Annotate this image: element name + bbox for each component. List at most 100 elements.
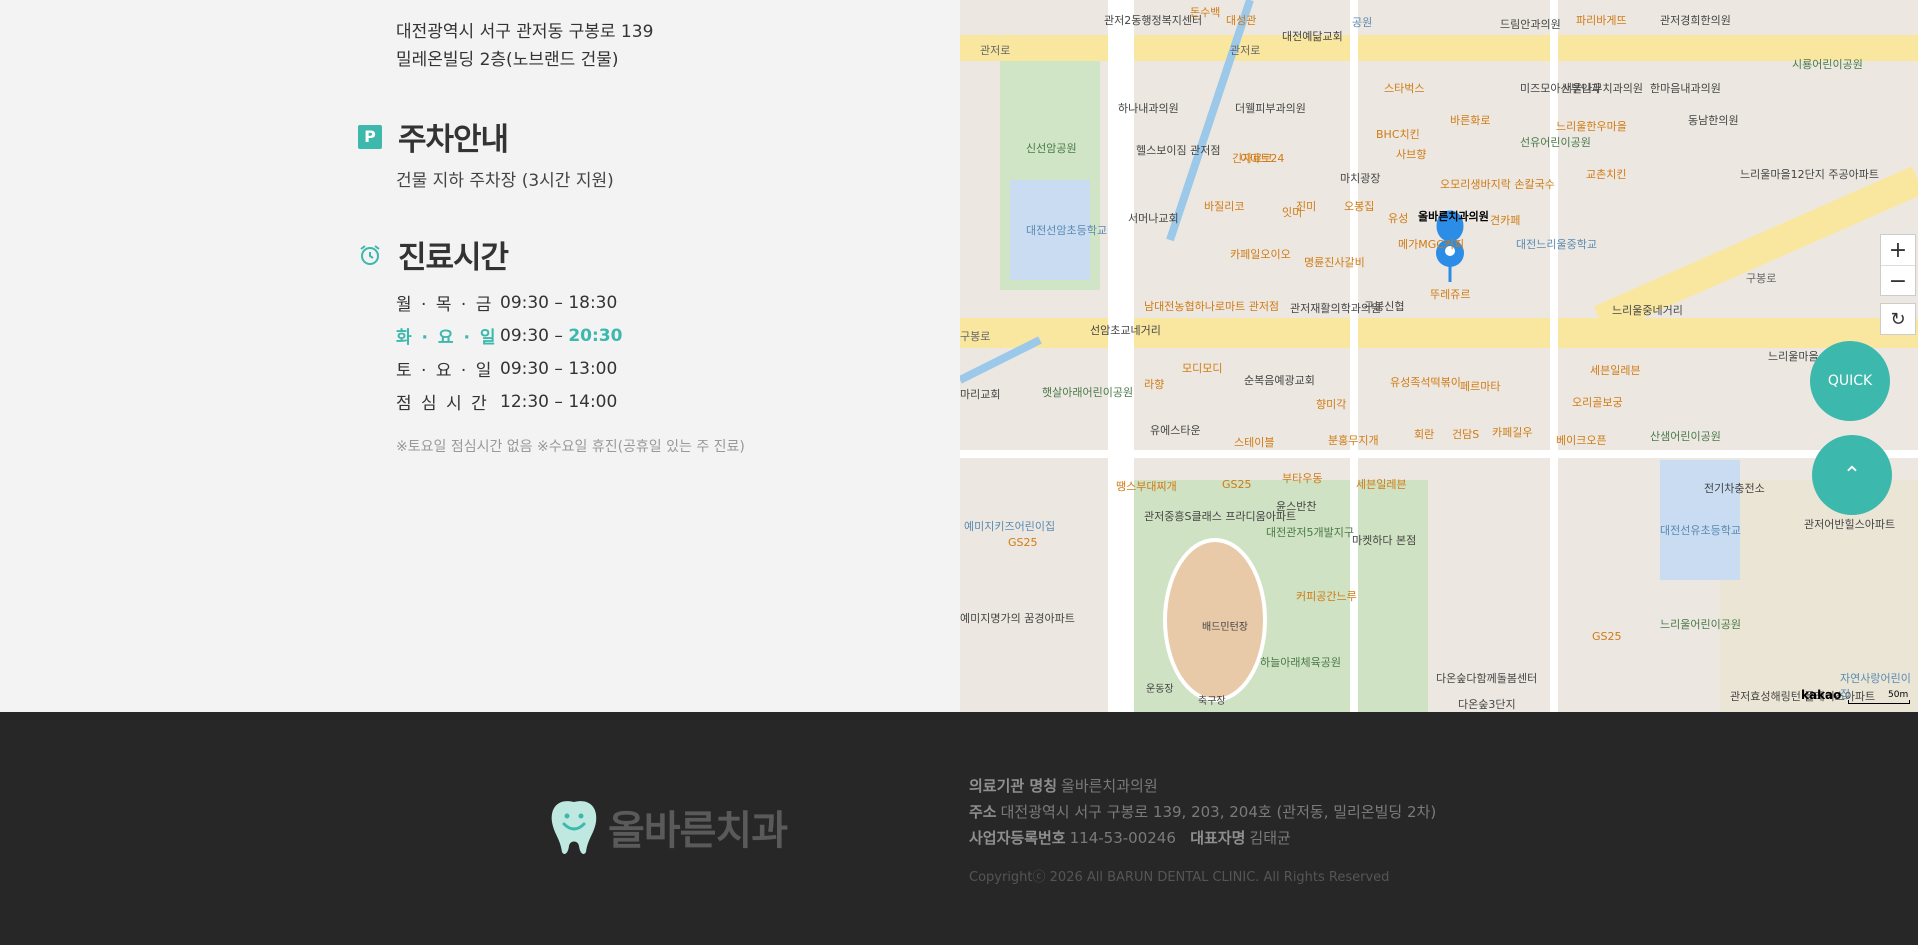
map-poi-label: GS25 <box>1222 478 1252 491</box>
business-line: 사업자등록번호 114-53-00246 대표자명 김태균 <box>969 825 1436 851</box>
scroll-top-button[interactable]: ⌃ <box>1812 435 1892 515</box>
map-poi-label: GS25 <box>1592 630 1622 643</box>
map-poi-label: 파리바게뜨 <box>1576 14 1627 27</box>
map-scale-label: 50m <box>1888 690 1909 700</box>
map-road-label: 구봉로 <box>960 330 991 343</box>
map-poi-label: 산샘어린이공원 <box>1650 430 1721 443</box>
institution-line: 의료기관 명칭 올바른치과의원 <box>969 773 1436 799</box>
map-poi-label: 대전예닮교회 <box>1282 30 1343 43</box>
map-poi-label: 스타벅스 <box>1384 82 1425 95</box>
parking-heading: P 주차안내 <box>358 114 509 159</box>
zoom-out-button[interactable]: − <box>1881 265 1915 296</box>
map-refresh-button[interactable]: ↻ <box>1880 303 1916 335</box>
hours-note: ※토요일 점심시간 없음 ※수요일 휴진(공휴일 있는 주 진료) <box>396 439 745 455</box>
hours-table: 월 · 목 · 금 09:30 – 18:30 화 · 요 · 일 09:30 … <box>396 286 622 418</box>
hours-end: 13:00 <box>568 358 618 379</box>
map-poi-label: 서머나교회 <box>1128 212 1179 225</box>
alarm-clock-icon <box>358 243 382 267</box>
map-poi-label: 회란 <box>1414 428 1435 441</box>
map-poi-label: 햇살아래어린이공원 <box>1042 386 1134 399</box>
map-poi-label: 시룡어린이공원 <box>1792 58 1863 71</box>
map-poi-label: 대전선암초등학교 <box>1026 224 1107 237</box>
map-poi-label: 명륜진사갈비 <box>1304 256 1365 269</box>
hours-end: 14:00 <box>568 391 618 412</box>
map-poi-label: 유에스타운 <box>1150 424 1201 437</box>
address-line-2: 밀레온빌딩 2층(노브랜드 건물) <box>396 50 619 70</box>
map-poi-label: 뚜레쥬르 <box>1430 288 1471 301</box>
map-poi-label: 베이크오픈 <box>1556 434 1607 447</box>
map-poi-label: 남대전농협하나로마트 관저점 <box>1144 300 1280 313</box>
map-poi-label: 공원 <box>1352 16 1373 29</box>
hours-day: 점 심 시 간 <box>396 394 489 414</box>
address-line: 주소 대전광역시 서구 구봉로 139, 203, 204호 (관저동, 밀리온빌… <box>969 799 1436 825</box>
bizno-value: 114-53-00246 <box>1069 829 1176 847</box>
footer-logo-text: 올바른치과 <box>608 808 788 854</box>
hours-row: 화 · 요 · 일 09:30 – 20:30 <box>396 319 622 352</box>
site-footer: 올바른치과 의료기관 명칭 올바른치과의원 주소 대전광역시 서구 구봉로 139,… <box>0 712 1918 945</box>
map-poi-label: 한마음내과의원 <box>1650 82 1721 95</box>
parking-title: 주차안내 <box>398 122 509 158</box>
hours-title: 진료시간 <box>398 240 509 276</box>
footer-info: 의료기관 명칭 올바른치과의원 주소 대전광역시 서구 구봉로 139, 203, … <box>969 773 1436 851</box>
map-poi-label: 선암초교네거리 <box>1090 324 1161 337</box>
map-poi-label: 선유어린이공원 <box>1520 136 1591 149</box>
map-poi-label: 유성 <box>1388 212 1409 225</box>
hours-start: 12:30 – <box>500 391 563 412</box>
map-poi-label: 드림안과의원 <box>1500 18 1561 31</box>
map-poi-label: 하늘아래체육공원 <box>1260 656 1341 669</box>
map-poi-label: 대전선유초등학교 <box>1660 524 1741 537</box>
location-info-panel: 대전광역시 서구 관저동 구봉로 139 밀레온빌딩 2층(노브랜드 건물) P… <box>0 0 960 712</box>
address-value: 대전광역시 서구 구봉로 139, 203, 204호 (관저동, 밀리온빌딩 … <box>1000 803 1437 821</box>
map-poi-label: 신선암공원 <box>1026 142 1077 155</box>
hours-end: 18:30 <box>568 292 618 313</box>
map-poi-label: 다온숲다함께돌봄센터 <box>1436 672 1538 685</box>
quick-button[interactable]: QUICK <box>1810 341 1890 421</box>
map-poi-label: 대전느리울중학교 <box>1516 238 1597 251</box>
footer-logo[interactable]: 올바른치과 <box>548 798 788 856</box>
map-poi-label: 순복음예광교회 <box>1244 374 1315 387</box>
map-poi-label: 돈수백 <box>1190 6 1221 19</box>
hours-day: 화 · 요 · 일 <box>396 328 498 348</box>
map-poi-label: 헬스보이짐 관저점 <box>1136 144 1221 157</box>
hours-heading: 진료시간 <box>358 232 509 277</box>
map-poi-label: 카페길우 <box>1492 426 1533 439</box>
ceo-value: 김태균 <box>1249 829 1291 847</box>
map-poi-label: 유성족석떡볶이 <box>1390 376 1461 389</box>
map-poi-label: 오모리생바지락 손칼국수 <box>1440 178 1555 191</box>
kakao-logo: kakao <box>1801 688 1842 702</box>
map-poi-label: 하나내과의원 <box>1118 102 1179 115</box>
address-block: 대전광역시 서구 관저동 구봉로 139 밀레온빌딩 2층(노브랜드 건물) <box>396 18 653 74</box>
hours-end: 20:30 <box>568 325 623 346</box>
map-poi-label: 교촌치킨 <box>1586 168 1627 181</box>
map-poi-label: 견카페 <box>1490 214 1521 227</box>
kakao-map[interactable]: 올바른치과의원 관저로 관저로 구봉로 구봉로 공원 대전예닮교회 드림안과의원… <box>960 0 1918 712</box>
map-poi-label: 세븐일레븐 <box>1590 364 1641 377</box>
zoom-in-button[interactable]: + <box>1881 235 1915 265</box>
map-poi-label: 세븐일레븐 <box>1356 478 1407 491</box>
map-poi-label: 바른화로 <box>1450 114 1491 127</box>
map-poi-label: 대전관저5개발지구 <box>1266 526 1354 539</box>
map-poi-label: 다온숲3단지 <box>1458 698 1516 711</box>
map-poi-label: 오리골보궁 <box>1572 396 1623 409</box>
map-poi-label: 메가MGC커피 <box>1398 238 1465 251</box>
ceo-label: 대표자명 <box>1190 829 1246 847</box>
map-poi-label: 동남한의원 <box>1688 114 1739 127</box>
tooth-logo-icon <box>551 801 597 854</box>
map-zoom-control: + − <box>1880 234 1916 296</box>
map-poi-label: 배드민턴장 <box>1202 622 1248 633</box>
map-poi-label: 서울나무치과의원 <box>1562 82 1643 95</box>
hours-start: 09:30 – <box>500 292 563 313</box>
map-poi-label: 예미지명가의 꿈경아파트 <box>960 612 1075 625</box>
copyright: Copyrightⓒ 2026 All BARUN DENTAL CLINIC.… <box>969 870 1390 885</box>
map-poi-label: 건담S <box>1452 428 1480 441</box>
map-poi-label: 마켓하다 본점 <box>1352 534 1417 547</box>
map-poi-label: 분홍무지개 <box>1328 434 1379 447</box>
map-scale-bar <box>1848 700 1910 704</box>
institution-value: 올바른치과의원 <box>1061 777 1158 795</box>
parking-icon: P <box>358 124 382 149</box>
map-poi-label: 축구장 <box>1198 696 1226 707</box>
map-poi-label: 오봉집 <box>1344 200 1375 213</box>
map-poi-label: 향미각 <box>1316 398 1347 411</box>
map-poi-label: 더웰피부과의원 <box>1235 102 1306 115</box>
map-poi-label: 관저2동행정복지센터 <box>1104 14 1203 27</box>
